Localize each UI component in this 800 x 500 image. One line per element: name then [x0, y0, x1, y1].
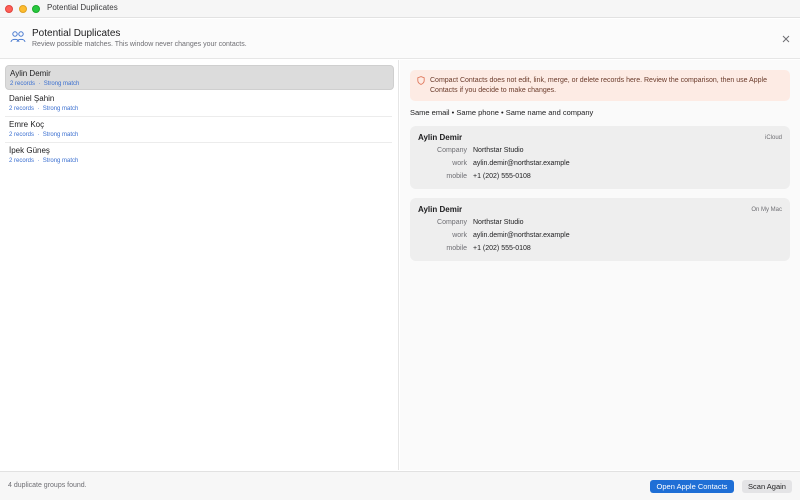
- window-close-button[interactable]: [5, 5, 13, 13]
- group-meta: 2 records · Strong match: [9, 132, 78, 138]
- field-value-phone: +1 (202) 555-0108: [473, 245, 531, 252]
- meta-separator: ·: [37, 106, 40, 112]
- contact-source: On My Mac: [751, 207, 782, 213]
- match-strength: Strong match: [42, 158, 79, 164]
- field-label-mobile: mobile: [446, 173, 467, 180]
- field-value-email: aylin.demir@northstar.example: [473, 160, 570, 167]
- window-minimize-button[interactable]: [19, 5, 27, 13]
- match-strength: Strong match: [42, 106, 79, 112]
- meta-separator: ·: [37, 158, 40, 164]
- field-label-work: work: [452, 232, 467, 239]
- record-count: 2 records: [10, 81, 36, 87]
- group-meta: 2 records · Strong match: [9, 106, 78, 112]
- shield-icon: [417, 76, 425, 85]
- field-label-mobile: mobile: [446, 245, 467, 252]
- group-item-aylin-demir[interactable]: Aylin Demir 2 records · Strong match: [5, 65, 394, 90]
- window-title: Potential Duplicates: [47, 3, 118, 12]
- field-label-company: Company: [437, 219, 467, 226]
- duplicate-group-list: Aylin Demir 2 records · Strong match Dan…: [0, 60, 399, 470]
- footer: 4 duplicate groups found. Open Apple Con…: [0, 471, 800, 500]
- field-label-company: Company: [437, 147, 467, 154]
- status-text: 4 duplicate groups found.: [8, 482, 87, 489]
- page-subtitle: Review possible matches. This window nev…: [32, 41, 247, 48]
- scan-again-button[interactable]: Scan Again: [742, 480, 792, 493]
- group-name: Emre Koç: [9, 120, 45, 129]
- group-name: İpek Güneş: [9, 146, 50, 155]
- page-title: Potential Duplicates: [32, 28, 121, 39]
- field-value-email: aylin.demir@northstar.example: [473, 232, 570, 239]
- read-only-notice: Compact Contacts does not edit, link, me…: [410, 70, 790, 101]
- comparison-detail: Compact Contacts does not edit, link, me…: [400, 60, 800, 470]
- record-count: 2 records: [9, 158, 35, 164]
- open-apple-contacts-button[interactable]: Open Apple Contacts: [650, 480, 734, 493]
- match-strength: Strong match: [43, 81, 80, 87]
- field-label-work: work: [452, 160, 467, 167]
- contact-name: Aylin Demir: [418, 133, 463, 142]
- group-item-emre-koc[interactable]: Emre Koç 2 records · Strong match: [5, 117, 394, 142]
- meta-separator: ·: [38, 81, 41, 87]
- close-icon[interactable]: [780, 33, 792, 45]
- group-name: Daniel Şahin: [9, 94, 55, 103]
- header: Potential Duplicates Review possible mat…: [0, 19, 800, 59]
- group-meta: 2 records · Strong match: [10, 81, 79, 87]
- group-item-ipek-gunes[interactable]: İpek Güneş 2 records · Strong match: [5, 143, 394, 168]
- match-strength: Strong match: [42, 132, 79, 138]
- field-value-phone: +1 (202) 555-0108: [473, 173, 531, 180]
- contact-card-on-my-mac: Aylin Demir On My Mac Company Northstar …: [410, 198, 790, 261]
- field-value-company: Northstar Studio: [473, 219, 524, 226]
- record-count: 2 records: [9, 106, 35, 112]
- people-pair-icon: [10, 31, 26, 43]
- match-reasons: Same email • Same phone • Same name and …: [410, 108, 594, 117]
- contact-name: Aylin Demir: [418, 205, 463, 214]
- group-meta: 2 records · Strong match: [9, 158, 78, 164]
- field-value-company: Northstar Studio: [473, 147, 524, 154]
- notice-text: Compact Contacts does not edit, link, me…: [430, 77, 767, 94]
- contact-card-icloud: Aylin Demir iCloud Company Northstar Stu…: [410, 126, 790, 189]
- group-name: Aylin Demir: [10, 69, 51, 78]
- meta-separator: ·: [37, 132, 40, 138]
- window-titlebar: Potential Duplicates: [0, 0, 800, 18]
- window-zoom-button[interactable]: [32, 5, 40, 13]
- group-item-daniel-sahin[interactable]: Daniel Şahin 2 records · Strong match: [5, 91, 394, 116]
- contact-source: iCloud: [764, 135, 782, 141]
- record-count: 2 records: [9, 132, 35, 138]
